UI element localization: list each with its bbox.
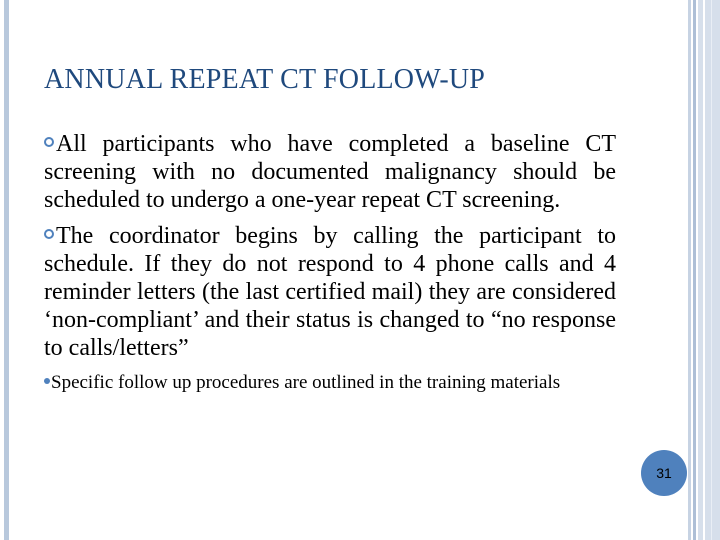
slide: ANNUAL REPEAT CT FOLLOW-UP All participa…: [0, 0, 720, 540]
slide-title: ANNUAL REPEAT CT FOLLOW-UP: [44, 64, 486, 95]
right-decorative-line: [711, 0, 712, 540]
sub-bullet-item: Specific follow up procedures are outlin…: [44, 371, 616, 395]
ring-bullet-icon: [44, 137, 54, 147]
ring-bullet-icon: [44, 229, 54, 239]
right-decorative-band: [698, 0, 720, 540]
bullet-item: The coordinator begins by calling the pa…: [44, 222, 616, 362]
bullet-text: All participants who have completed a ba…: [44, 131, 616, 213]
page-number: 31: [656, 465, 672, 481]
dot-bullet-icon: [44, 378, 50, 384]
page-number-badge: 31: [641, 450, 687, 496]
right-decorative-stripe: [688, 0, 691, 540]
bullet-item: All participants who have completed a ba…: [44, 130, 616, 214]
slide-content: All participants who have completed a ba…: [44, 130, 616, 395]
right-decorative-line: [703, 0, 705, 540]
right-decorative-stripe: [693, 0, 696, 540]
bullet-text: The coordinator begins by calling the pa…: [44, 223, 616, 361]
sub-bullet-text: Specific follow up procedures are outlin…: [51, 372, 561, 393]
left-decorative-stripe: [4, 0, 9, 540]
